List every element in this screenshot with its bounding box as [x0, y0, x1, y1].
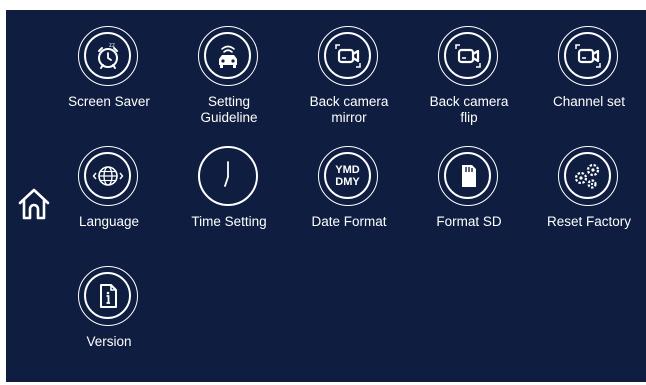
- clock-icon: [224, 161, 229, 187]
- reset-factory-button[interactable]: Reset Factory: [534, 146, 644, 258]
- camera-icon: [574, 43, 601, 68]
- alarm-clock-icon: zz: [97, 43, 118, 69]
- menu-label: Back camera mirror: [309, 94, 389, 125]
- settings-screen: zz Screen Saver Setting Guideline Back c…: [6, 10, 646, 382]
- menu-label: Format SD: [436, 214, 502, 229]
- date-format-button[interactable]: YMD DMY Date Format: [294, 146, 404, 258]
- menu-label: Language: [78, 214, 140, 229]
- car-sensor-icon: [218, 45, 237, 68]
- home-icon: [18, 188, 50, 220]
- menu-label: Reset Factory: [546, 214, 632, 229]
- gears-icon: [574, 163, 599, 189]
- setting-guideline-button[interactable]: Setting Guideline: [174, 26, 284, 138]
- globe-icon: [92, 165, 123, 186]
- time-setting-button[interactable]: Time Setting: [174, 146, 284, 258]
- language-button[interactable]: Language: [54, 146, 164, 258]
- home-button[interactable]: [17, 186, 51, 222]
- camera-icon: [454, 43, 481, 68]
- sd-card-icon: [461, 164, 476, 187]
- back-camera-flip-button[interactable]: Back camera flip: [414, 26, 524, 138]
- back-camera-mirror-button[interactable]: Back camera mirror: [294, 26, 404, 138]
- menu-label: Version: [86, 334, 132, 349]
- channel-set-button[interactable]: Channel set: [534, 26, 644, 138]
- menu-label: Time Setting: [191, 214, 267, 229]
- info-document-icon: [99, 283, 117, 308]
- camera-icon: [334, 43, 361, 68]
- format-sd-button[interactable]: Format SD: [414, 146, 524, 258]
- menu-label: Date Format: [311, 214, 387, 229]
- menu-label: Screen Saver: [68, 94, 150, 109]
- version-button[interactable]: Version: [54, 266, 164, 378]
- date-format-icon-line: DMY: [335, 175, 360, 188]
- menu-label: Back camera flip: [429, 94, 509, 125]
- svg-text:zz: zz: [109, 43, 115, 49]
- menu-label: Channel set: [552, 94, 626, 109]
- screen-saver-button[interactable]: zz Screen Saver: [54, 26, 164, 138]
- menu-label: Setting Guideline: [200, 94, 258, 125]
- date-format-icon-line: YMD: [335, 163, 360, 176]
